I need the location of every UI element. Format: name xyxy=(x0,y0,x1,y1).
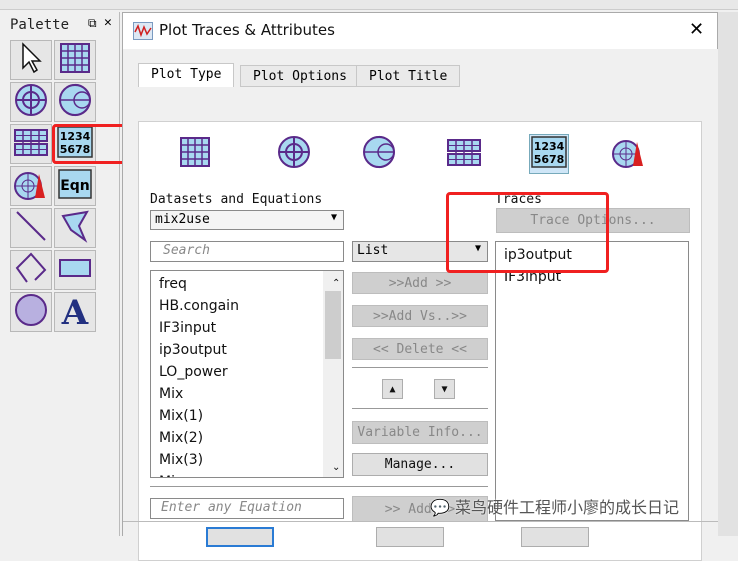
palette-tool-smith-chart[interactable] xyxy=(54,82,96,122)
plot-type-list-button[interactable]: 1234 5678 xyxy=(529,134,569,174)
manage-button[interactable]: Manage... xyxy=(352,453,488,476)
list-table-icon: 1234 5678 xyxy=(531,134,567,174)
variable-item[interactable]: Mix xyxy=(155,383,343,405)
polar-plot-icon xyxy=(13,82,49,122)
plot-type-smith-button[interactable] xyxy=(359,134,399,174)
plot-type-antenna-button[interactable] xyxy=(609,134,649,174)
variable-item[interactable]: IF3input xyxy=(155,317,343,339)
svg-text:Eqn: Eqn xyxy=(60,178,90,194)
plot-type-polar-button[interactable] xyxy=(274,134,314,174)
plot-type-rectangular-button[interactable] xyxy=(175,134,215,174)
tab-plot-options[interactable]: Plot Options xyxy=(240,65,360,87)
plot-app-icon xyxy=(133,22,153,40)
palette-tool-circle[interactable] xyxy=(10,292,52,332)
watermark-text: 菜鸟硬件工程师小廖的成长日记 xyxy=(455,498,680,517)
chevron-down-icon: ▼ xyxy=(330,212,337,223)
palette-tool-stack-plot[interactable] xyxy=(10,124,52,164)
move-down-button[interactable]: ▼ xyxy=(434,379,455,399)
datasets-label: Datasets and Equations xyxy=(150,192,323,207)
ok-button[interactable] xyxy=(206,527,274,547)
variable-item[interactable]: freq xyxy=(155,273,343,295)
antenna-plot-icon xyxy=(611,134,647,174)
divider xyxy=(352,367,488,368)
variable-item[interactable]: HB.congain xyxy=(155,295,343,317)
smith-chart-icon xyxy=(361,134,397,174)
stack-plot-icon xyxy=(446,134,482,174)
cancel-button[interactable] xyxy=(521,527,589,547)
scroll-thumb[interactable] xyxy=(325,291,341,359)
divider xyxy=(150,486,488,487)
dialog-title: Plot Traces & Attributes xyxy=(159,21,335,39)
divider xyxy=(123,521,719,522)
add-button[interactable]: >>Add >> xyxy=(352,272,488,294)
palette-tool-polyline[interactable] xyxy=(10,250,52,290)
palette-title: Palette xyxy=(10,17,70,33)
svg-text:5678: 5678 xyxy=(534,153,565,166)
polar-plot-icon xyxy=(276,134,312,174)
divider xyxy=(352,408,488,409)
svg-text:1234: 1234 xyxy=(534,140,565,153)
delete-button[interactable]: << Delete << xyxy=(352,338,488,360)
tab-plot-type[interactable]: Plot Type xyxy=(138,63,235,87)
float-icon[interactable]: ⧉ xyxy=(88,16,97,31)
palette-tool-text[interactable]: A xyxy=(54,292,96,333)
variable-item[interactable]: Mix(3) xyxy=(155,449,343,471)
pointer-icon xyxy=(13,40,49,80)
variable-item[interactable]: LO_power xyxy=(155,361,343,383)
scrollbar[interactable]: ⌃ ⌄ xyxy=(323,271,343,477)
rectangle-icon xyxy=(57,250,93,290)
dialog-body: Plot Type Plot Options Plot Title 1234 56… xyxy=(123,49,719,561)
variable-item[interactable]: ip3output xyxy=(155,339,343,361)
traces-list[interactable]: ip3output IF3input xyxy=(495,241,689,521)
palette-tool-equation[interactable]: Eqn xyxy=(54,166,96,206)
watermark: 💬 菜鸟硬件工程师小廖的成长日记 xyxy=(430,494,679,518)
dataset-select[interactable]: mix2use ▼ xyxy=(150,210,344,230)
plot-type-stack-button[interactable] xyxy=(444,134,484,174)
palette-tool-line[interactable] xyxy=(10,208,52,248)
palette-tool-rectangle[interactable] xyxy=(54,250,96,290)
palette-tool-polygon[interactable] xyxy=(54,208,96,248)
text-icon: A xyxy=(57,292,93,333)
equation-input[interactable]: Enter any Equation xyxy=(150,498,344,519)
polygon-icon xyxy=(57,208,93,248)
scroll-down-icon[interactable]: ⌄ xyxy=(328,457,340,477)
palette-tool-antenna-plot[interactable] xyxy=(10,166,52,206)
dataset-value: mix2use xyxy=(155,212,210,227)
tab-plot-title[interactable]: Plot Title xyxy=(356,65,461,87)
search-input[interactable]: Search xyxy=(150,241,344,262)
polyline-icon xyxy=(13,250,49,290)
main-toolbar xyxy=(0,0,738,10)
smith-chart-icon xyxy=(57,82,93,122)
variable-item[interactable]: Mix(1) xyxy=(155,405,343,427)
stack-plot-icon xyxy=(13,124,49,164)
close-palette-icon[interactable]: ✕ xyxy=(104,15,112,30)
rectangular-plot-icon xyxy=(57,40,93,80)
move-up-button[interactable]: ▲ xyxy=(382,379,403,399)
highlight-box xyxy=(446,192,609,273)
variable-item[interactable]: Mix... xyxy=(155,471,343,477)
rectangular-plot-icon xyxy=(177,134,213,174)
plot-traces-dialog: Plot Traces & Attributes ✕ Plot Type Plo… xyxy=(122,12,719,561)
view-mode-value: List xyxy=(357,243,389,258)
palette-tool-polar-plot[interactable] xyxy=(10,82,52,122)
wechat-icon: 💬 xyxy=(430,498,456,517)
variables-list[interactable]: freq HB.congain IF3input ip3output LO_power M… xyxy=(150,270,344,478)
variable-item[interactable]: Mix(2) xyxy=(155,427,343,449)
line-icon xyxy=(13,208,49,248)
palette-tool-pointer[interactable] xyxy=(10,40,52,80)
circle-icon xyxy=(13,292,49,332)
apply-button[interactable] xyxy=(376,527,444,547)
equation-icon: Eqn xyxy=(57,166,93,206)
palette-tool-rectangular-plot[interactable] xyxy=(54,40,96,80)
close-dialog-button[interactable]: ✕ xyxy=(689,19,704,40)
svg-text:A: A xyxy=(61,293,89,328)
variable-info-button[interactable]: Variable Info... xyxy=(352,421,488,444)
antenna-plot-icon xyxy=(13,166,49,206)
add-vs-button[interactable]: >>Add Vs..>> xyxy=(352,305,488,327)
right-edge xyxy=(718,12,738,536)
